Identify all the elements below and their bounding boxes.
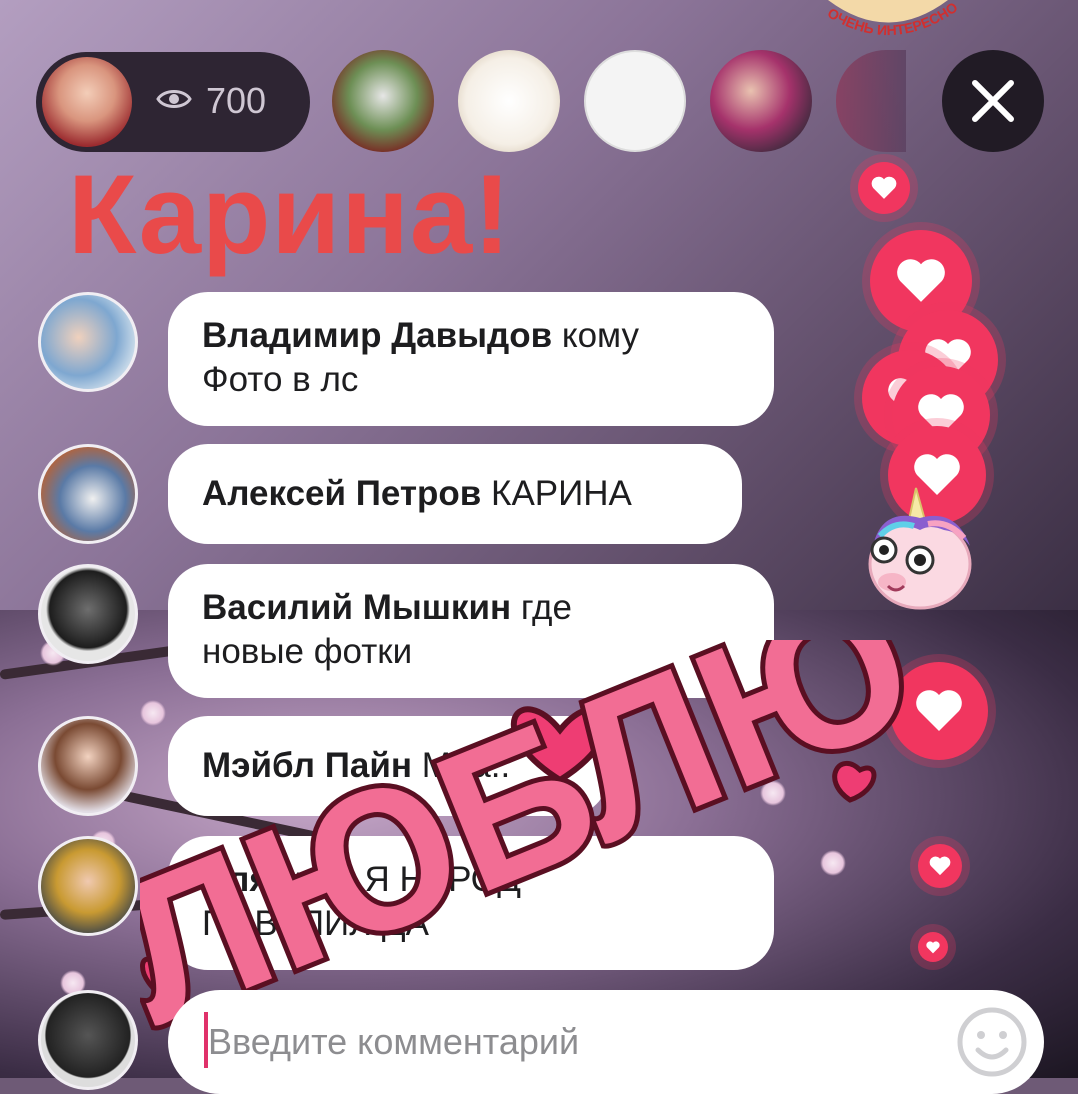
viewer-avatar-2[interactable] [458,50,560,152]
comment-author[interactable]: Василий Мышкин [202,588,511,627]
comment-avatar[interactable] [38,564,138,664]
love-sticker-text: ЛЮБЛЮ [140,640,940,1050]
smile-icon[interactable] [956,1006,1028,1078]
streamer-avatar[interactable] [42,57,132,147]
close-icon [972,80,1014,122]
heart-icon [871,176,897,199]
viewer-avatar-3[interactable] [584,50,686,152]
comment-avatar[interactable] [38,444,138,544]
comment-author[interactable]: Владимир Давыдов [202,316,552,355]
comment-avatar[interactable] [38,716,138,816]
close-button[interactable] [942,50,1044,152]
comment-author[interactable]: Алексей Петров [202,474,481,513]
comment-bubble: Алексей Петров КАРИНА [168,444,742,544]
comment-text: где [511,588,572,627]
viewer-avatar-4[interactable] [710,50,812,152]
text-caret [204,1012,208,1068]
overlay-title: Карина! [68,152,512,277]
unicorn-sticker [868,487,972,610]
interesting-badge: ОЧЕНЬ ИНТЕРЕСНО [825,0,961,38]
viewer-avatar-1[interactable] [332,50,434,152]
my-avatar[interactable] [38,990,138,1090]
love-sticker: ЛЮБЛЮ [140,640,940,1050]
viewer-count: 700 [206,80,267,121]
comment-input-placeholder: Введите комментарий [208,1021,580,1062]
comment-text-line2: Фото в лс [202,360,359,399]
comment-avatar[interactable] [38,292,138,392]
comment-text: кому [552,316,639,355]
comment-text: КАРИНА [481,474,632,513]
comment-input[interactable]: Введите комментарий [168,990,1044,1094]
comment-bubble: Владимир Давыдов кому Фото в лс [168,292,774,426]
reaction-heart [858,162,910,214]
heart-icon [897,259,945,302]
comment-avatar[interactable] [38,836,138,936]
eye-icon [156,90,192,108]
